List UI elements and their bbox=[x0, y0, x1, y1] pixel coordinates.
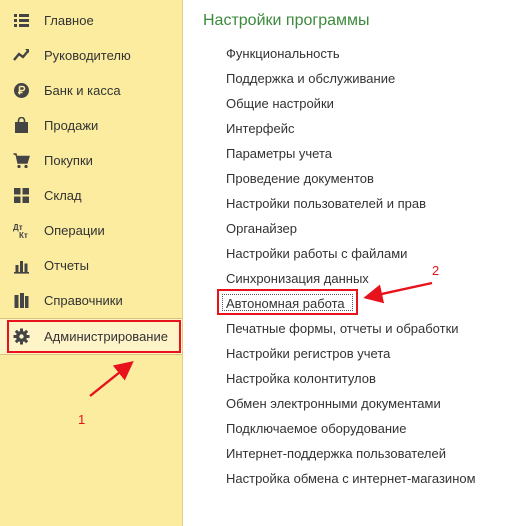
annotation-number-2: 2 bbox=[432, 263, 440, 278]
annotation-number-1: 1 bbox=[78, 412, 86, 427]
arrow-to-offline-work bbox=[363, 281, 433, 304]
arrow-to-administration bbox=[89, 361, 134, 397]
